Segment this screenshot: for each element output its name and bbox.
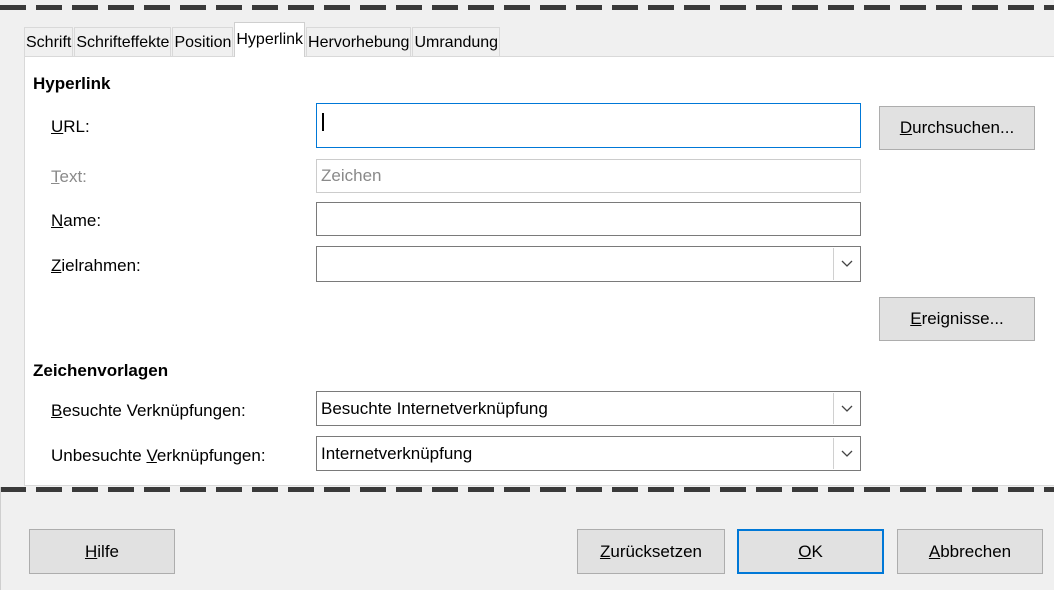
tab-position[interactable]: Position <box>172 27 234 57</box>
visited-links-select[interactable]: Besuchte Internetverknüpfung <box>316 391 861 426</box>
ok-button[interactable]: OK <box>737 529 884 574</box>
section-heading-hyperlink: Hyperlink <box>33 74 111 93</box>
section-heading-charstyles: Zeichenvorlagen <box>33 361 169 380</box>
screenshot-top-edge <box>0 5 1054 10</box>
dropdown-button[interactable] <box>833 438 859 469</box>
chevron-down-icon <box>841 450 852 457</box>
chevron-down-icon <box>841 405 852 412</box>
dropdown-button[interactable] <box>833 393 859 424</box>
visited-links-label: Besuchte Verknüpfungen: <box>51 401 246 420</box>
dropdown-button[interactable] <box>833 248 859 280</box>
text-field-value: Zeichen <box>321 166 382 185</box>
unvisited-links-value: Internetverknüpfung <box>321 444 473 463</box>
text-label: Text: <box>51 167 87 186</box>
text-field[interactable]: Zeichen <box>316 159 861 193</box>
help-button[interactable]: Hilfe <box>29 529 175 574</box>
url-label: URL: <box>51 117 90 136</box>
unvisited-links-label: Unbesuchte Verknüpfungen: <box>51 446 266 465</box>
tab-umrandung[interactable]: Umrandung <box>412 27 501 57</box>
tab-hervorhebung[interactable]: Hervorhebung <box>306 27 412 57</box>
visited-links-value: Besuchte Internetverknüpfung <box>321 399 548 418</box>
tab-bar: Schrift Schrifteffekte Position Hyperlin… <box>24 21 501 57</box>
window-border <box>0 487 1 590</box>
chevron-down-icon <box>841 260 852 267</box>
tab-schrift[interactable]: Schrift <box>24 27 74 57</box>
browse-button[interactable]: Durchsuchen... <box>879 106 1035 150</box>
events-button[interactable]: Ereignisse... <box>879 297 1035 341</box>
name-label: Name: <box>51 211 102 230</box>
tab-schrifteffekte[interactable]: Schrifteffekte <box>74 27 172 57</box>
cancel-button[interactable]: Abbrechen <box>897 529 1043 574</box>
unvisited-links-select[interactable]: Internetverknüpfung <box>316 436 861 471</box>
screenshot-bottom-edge <box>0 487 1054 492</box>
tab-hyperlink[interactable]: Hyperlink <box>234 22 306 57</box>
reset-button[interactable]: Zurücksetzen <box>577 529 725 574</box>
text-cursor <box>322 113 324 131</box>
name-input[interactable] <box>316 202 861 236</box>
url-input[interactable] <box>316 103 861 148</box>
target-frame-select[interactable] <box>316 246 861 282</box>
target-frame-label: Zielrahmen: <box>51 256 141 275</box>
